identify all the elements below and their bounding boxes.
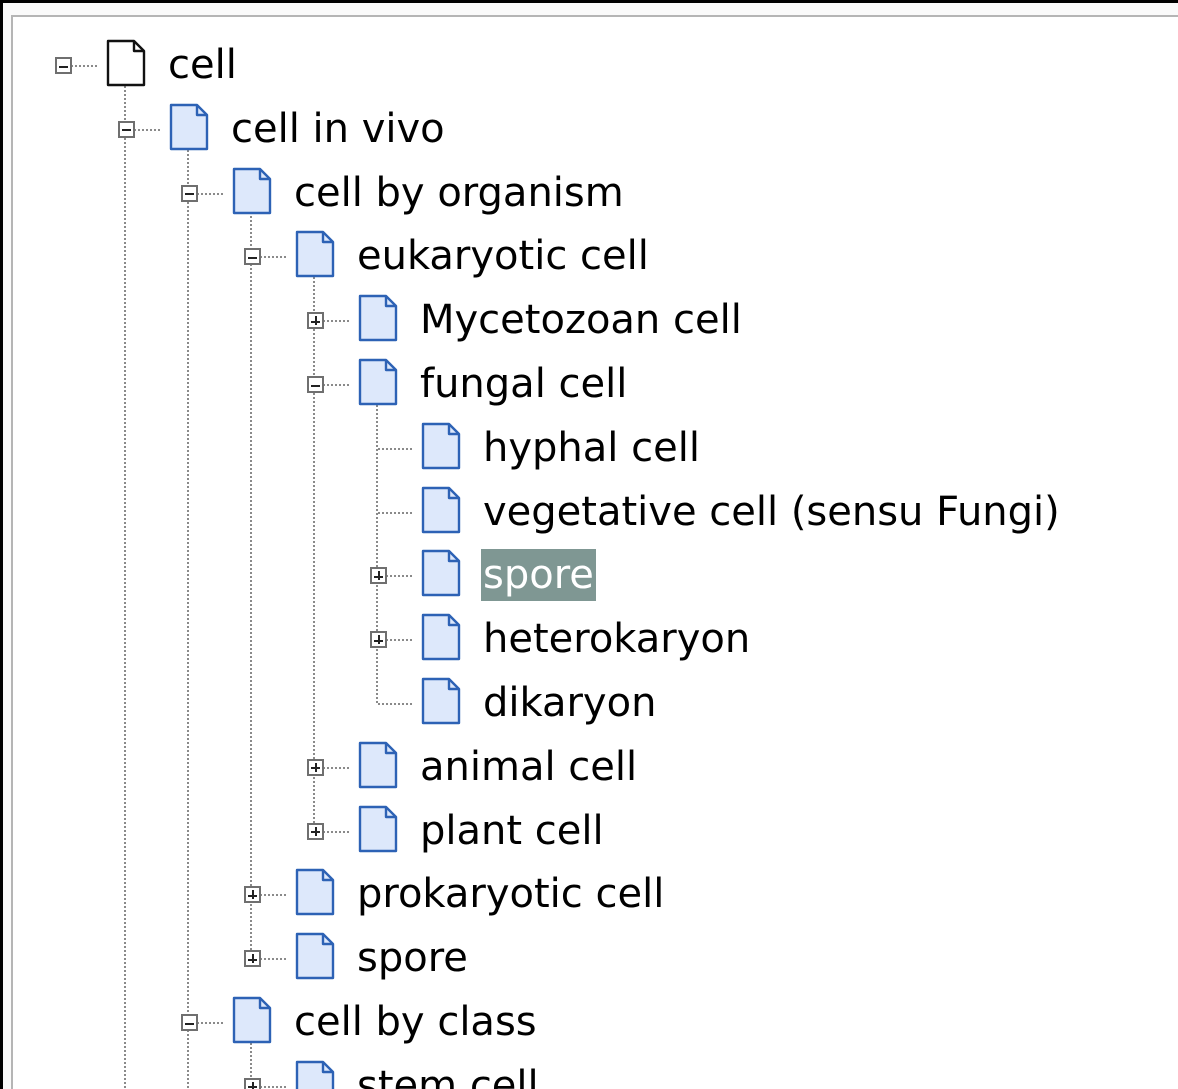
toggle-vertical-bar [377, 571, 380, 581]
tree-node-label[interactable]: cell in vivo [229, 103, 447, 155]
page-blue-icon [421, 613, 461, 661]
tree-connector-horizontal [386, 639, 412, 642]
page-blue-icon [232, 996, 272, 1044]
page-blue-icon [421, 677, 461, 725]
tree-connector-horizontal [323, 384, 349, 386]
tree-node-label[interactable]: animal cell [418, 741, 639, 793]
tree-connector-vertical [250, 202, 252, 959]
page-blue-icon [232, 167, 272, 215]
expand-toggle-icon[interactable] [370, 567, 387, 585]
expand-toggle-icon[interactable] [307, 758, 324, 776]
tree-connector-vertical [124, 75, 126, 1089]
collapse-toggle-icon[interactable] [244, 248, 261, 266]
tree-connector-horizontal [197, 1022, 223, 1024]
toggle-vertical-bar [314, 826, 317, 836]
tree-connector-horizontal [323, 320, 349, 323]
tree-node-label[interactable]: cell [166, 39, 239, 91]
toggle-vertical-bar [377, 635, 380, 645]
expand-toggle-icon[interactable] [244, 950, 261, 968]
tree-node-label[interactable]: cell by class [292, 996, 539, 1048]
toggle-horizontal-bar [122, 129, 131, 132]
expand-toggle-icon[interactable] [244, 886, 261, 904]
page-blue-icon [358, 294, 398, 342]
tree-node-label[interactable]: stem cell [355, 1060, 541, 1089]
expand-toggle-icon[interactable] [370, 631, 387, 649]
tree-node-label[interactable]: fungal cell [418, 358, 629, 410]
tree-connector-horizontal [71, 65, 97, 67]
toggle-vertical-bar [251, 954, 254, 964]
toggle-horizontal-bar [185, 1022, 194, 1025]
tree-connector-horizontal [323, 830, 349, 833]
page-blue-icon [295, 230, 335, 278]
page-blue-icon [358, 741, 398, 789]
tree-node-label[interactable]: dikaryon [481, 677, 658, 729]
tree-connector-horizontal [386, 575, 412, 578]
tree-connector-horizontal [323, 766, 349, 769]
page-blue-icon [295, 932, 335, 980]
tree-node-label-selected[interactable]: spore [481, 549, 596, 602]
toggle-horizontal-bar [248, 256, 257, 259]
collapse-toggle-icon[interactable] [181, 1014, 198, 1031]
tree-connector-horizontal [260, 894, 286, 897]
tree-node-label[interactable]: hyphal cell [481, 422, 702, 474]
page-blue-icon [295, 868, 335, 916]
toggle-vertical-bar [314, 316, 317, 326]
tree-node-label[interactable]: plant cell [418, 805, 606, 857]
tree-node-label[interactable]: vegetative cell (sensu Fungi) [481, 486, 1062, 538]
tree-connector-vertical [187, 138, 189, 1089]
page-blue-icon [421, 549, 461, 597]
tree-connector-vertical [376, 394, 378, 703]
ontology-tree[interactable]: cell cell in vivo cell by organism eukaryot… [3, 3, 1178, 1089]
tree-node-label[interactable]: Mycetozoan cell [418, 294, 744, 346]
collapse-toggle-icon[interactable] [118, 120, 135, 138]
toggle-horizontal-bar [185, 193, 194, 196]
tree-window-frame: cell cell in vivo cell by organism eukaryot… [0, 0, 1178, 1089]
toggle-vertical-bar [251, 1081, 254, 1089]
toggle-horizontal-bar [59, 65, 68, 68]
tree-connector-horizontal [260, 958, 286, 961]
tree-node-label[interactable]: cell by organism [292, 167, 626, 219]
tree-node-label[interactable]: eukaryotic cell [355, 230, 651, 282]
expand-toggle-icon[interactable] [307, 312, 324, 330]
tree-node-label[interactable]: prokaryotic cell [355, 868, 666, 920]
tree-connector-horizontal [378, 703, 412, 705]
collapse-toggle-icon[interactable] [181, 184, 198, 202]
tree-node-label[interactable]: spore [355, 932, 470, 984]
tree-node-label[interactable]: heterokaryon [481, 613, 752, 665]
page-blue-icon [295, 1060, 335, 1089]
expand-toggle-icon[interactable] [244, 1077, 261, 1089]
page-blue-icon [358, 358, 398, 406]
toggle-horizontal-bar [311, 384, 320, 387]
tree-connector-horizontal [197, 192, 223, 195]
tree-connector-horizontal [260, 256, 286, 259]
page-blue-icon [169, 103, 209, 151]
tree-connector-horizontal [378, 511, 412, 514]
expand-toggle-icon[interactable] [307, 822, 324, 840]
page-blue-icon [421, 486, 461, 534]
tree-connector-vertical [313, 266, 315, 831]
tree-connector-horizontal [378, 447, 412, 450]
collapse-toggle-icon[interactable] [307, 376, 324, 393]
page-blue-icon [358, 805, 398, 853]
page-blue-icon [421, 422, 461, 470]
toggle-vertical-bar [314, 762, 317, 772]
toggle-vertical-bar [251, 890, 254, 900]
collapse-toggle-icon[interactable] [55, 57, 72, 74]
page-white-icon [106, 39, 146, 87]
tree-connector-horizontal [260, 1085, 286, 1088]
tree-connector-horizontal [134, 128, 160, 131]
